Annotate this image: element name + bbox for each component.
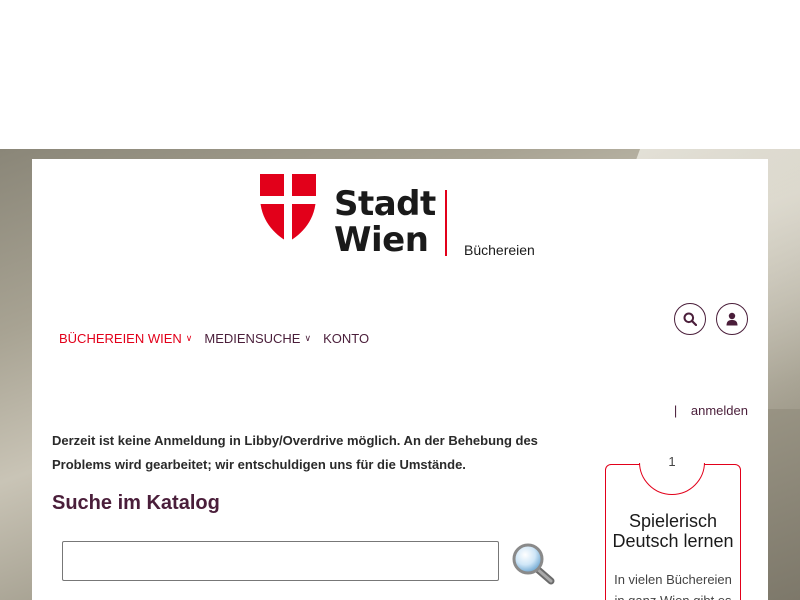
nav-item-label: BÜCHEREIEN WIEN	[59, 331, 182, 346]
main-navigation: BÜCHEREIEN WIEN ∨ MEDIENSUCHE ∨ KONTO	[59, 331, 381, 346]
teaser-card-title[interactable]: Spielerisch Deutsch lernen	[605, 511, 741, 551]
nav-item-buechereien-wien[interactable]: BÜCHEREIEN WIEN ∨	[59, 331, 192, 346]
stadt-wien-logo[interactable]: Stadt Wien Büchereien	[260, 174, 550, 258]
nav-item-label: KONTO	[323, 331, 370, 346]
vienna-shield-icon	[260, 174, 316, 242]
top-blank-area	[0, 0, 800, 149]
nav-item-mediensuche[interactable]: MEDIENSUCHE ∨	[204, 331, 311, 346]
logo-word-wien: Wien	[334, 220, 429, 260]
chevron-down-icon: ∨	[304, 333, 312, 343]
magnifier-search-icon[interactable]	[509, 541, 557, 589]
catalog-search-heading: Suche im Katalog	[52, 492, 220, 514]
header-search-button[interactable]	[674, 303, 706, 335]
login-separator: |	[673, 403, 678, 418]
header-user-button[interactable]	[716, 303, 748, 335]
nav-item-konto[interactable]: KONTO	[323, 331, 369, 346]
logo-word-stadt: Stadt	[334, 184, 436, 224]
user-icon	[726, 312, 738, 326]
teaser-card-text: In vielen Büchereien in ganz Wien gibt e…	[614, 572, 732, 600]
chevron-down-icon: ∨	[185, 333, 193, 343]
catalog-search-input[interactable]	[62, 541, 499, 581]
login-row: | anmelden	[674, 403, 748, 418]
outage-notice: Derzeit ist keine Anmeldung in Libby/Ove…	[52, 433, 538, 472]
nav-item-label: MEDIENSUCHE	[204, 331, 301, 346]
teaser-card-number: 1	[668, 454, 676, 469]
main-panel: Stadt Wien Büchereien BÜCHEREIEN WIEN ∨ …	[32, 159, 768, 600]
logo-divider	[445, 190, 447, 256]
login-link[interactable]: anmelden	[691, 403, 748, 418]
search-icon	[683, 312, 697, 326]
logo-subtitle: Büchereien	[464, 242, 535, 258]
